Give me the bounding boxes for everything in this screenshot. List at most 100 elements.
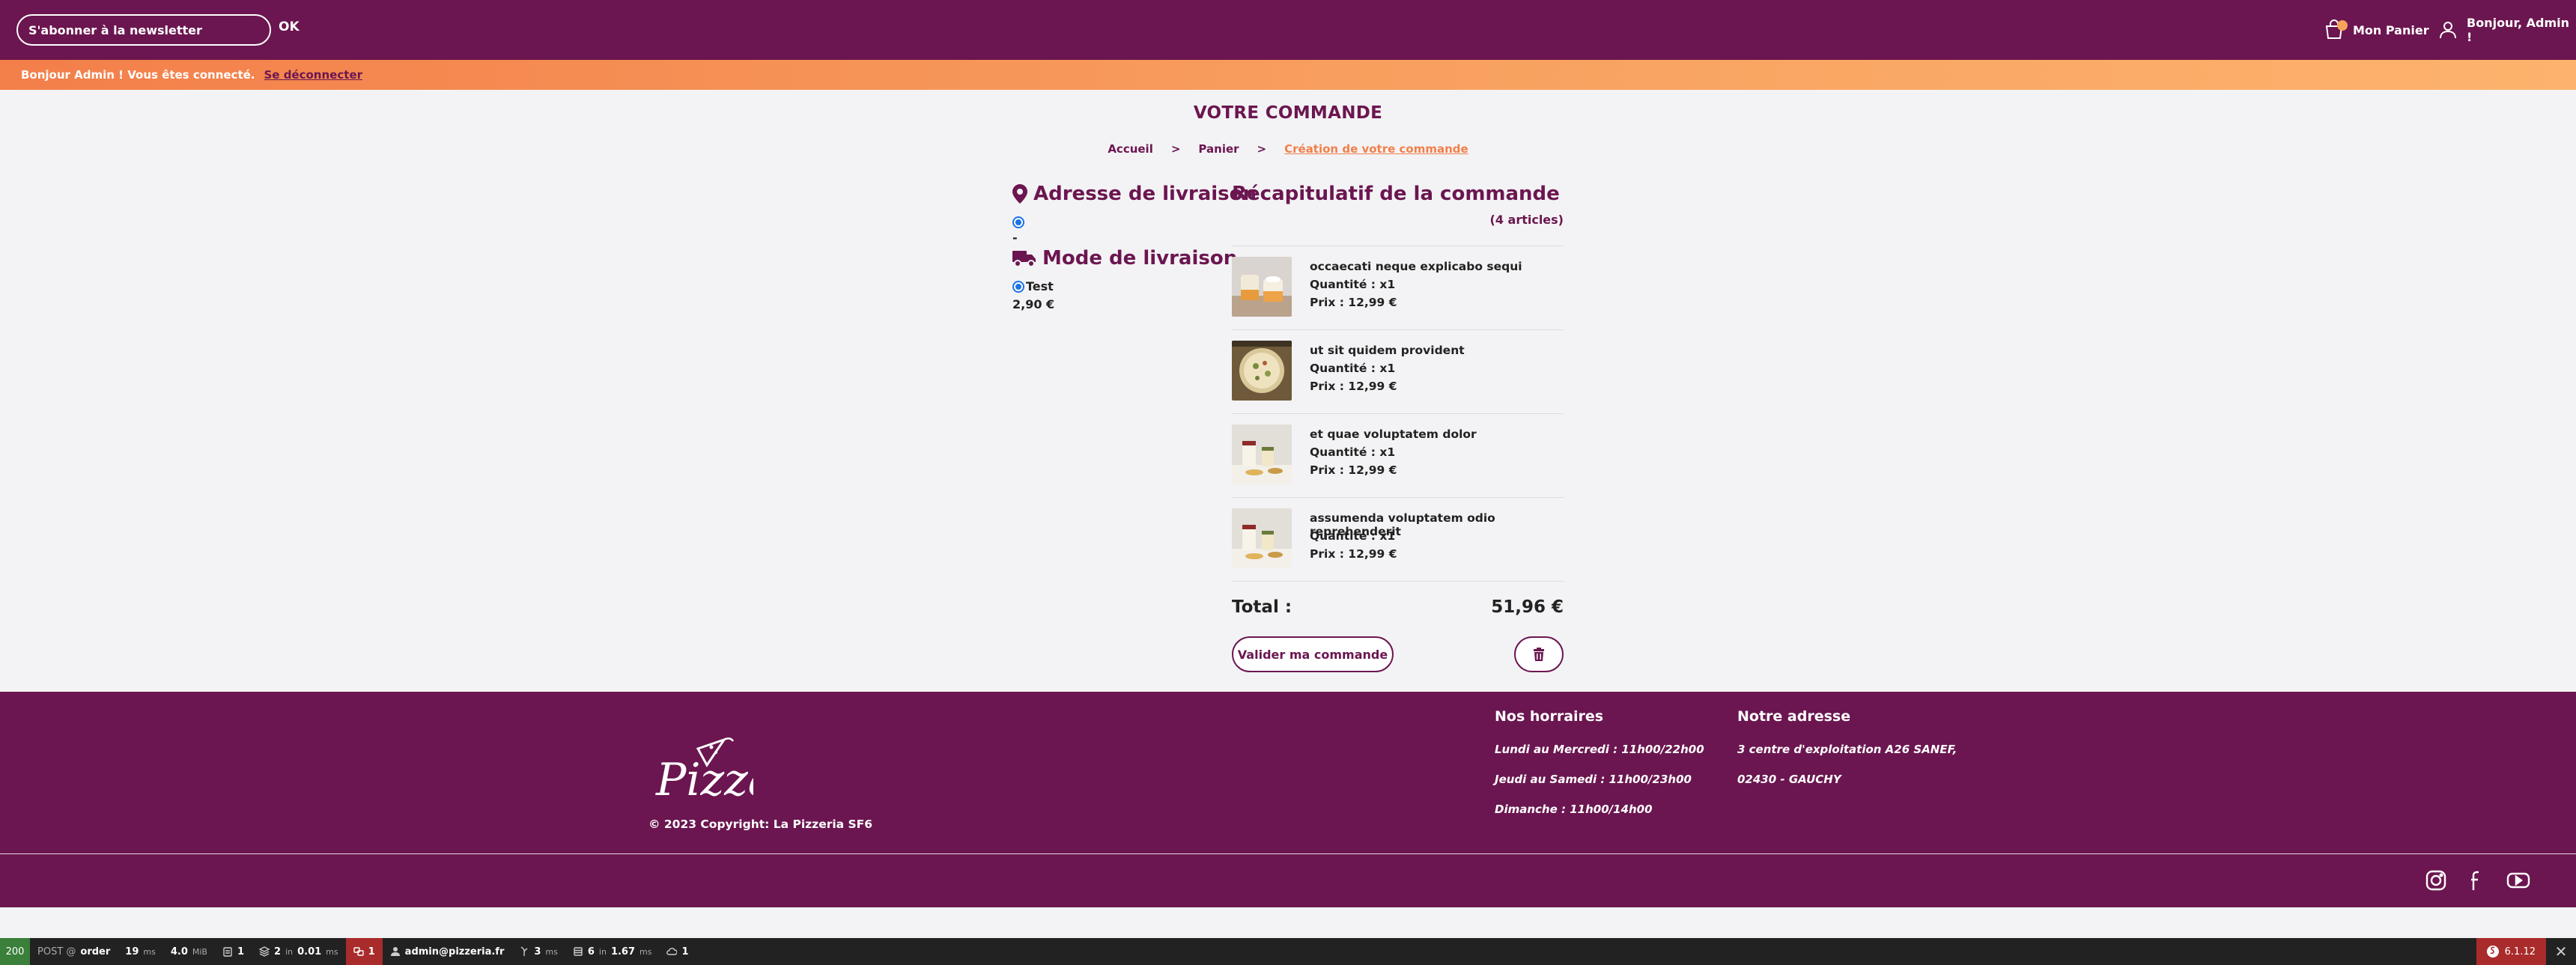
footer-address-title: Notre adresse xyxy=(1737,708,1851,725)
order-item: et quae voluptatem dolor Quantité : x1 P… xyxy=(1232,413,1564,497)
pizza-logo: Pizza xyxy=(653,726,775,806)
security-panel[interactable]: admin@pizzeria.fr xyxy=(383,938,512,965)
translation-count: 1 xyxy=(368,946,375,958)
memory-value: 4.0 xyxy=(170,946,188,958)
newsletter-ok-button[interactable]: OK xyxy=(279,19,300,34)
product-name: occaecati neque explicabo sequi xyxy=(1310,260,1522,273)
layers-icon xyxy=(258,946,270,957)
product-image xyxy=(1232,424,1292,484)
cart-link[interactable]: Mon Panier xyxy=(2323,15,2429,45)
product-quantity: Quantité : x1 xyxy=(1310,445,1396,459)
article-count: (4 articles) xyxy=(1489,213,1564,227)
product-image xyxy=(1232,341,1292,401)
cloud-icon xyxy=(666,946,678,957)
request-time: 19 xyxy=(125,946,139,958)
memory-panel[interactable]: 4.0 MiB xyxy=(163,938,215,965)
address-value: - xyxy=(1012,231,1018,245)
product-price: Prix : 12,99 € xyxy=(1310,463,1397,477)
user-menu[interactable]: Bonjour, Admin ! xyxy=(2438,15,2576,45)
user-greeting: Bonjour, Admin ! xyxy=(2467,16,2570,44)
flash-text: Bonjour Admin ! Vous êtes connecté. xyxy=(21,68,255,82)
footer-address-line: 02430 - GAUCHY xyxy=(1737,773,1841,786)
cache-time: 0.01 xyxy=(297,946,322,958)
request-info[interactable]: POST @ order xyxy=(30,938,118,965)
hours-line: Dimanche : 11h00/14h00 xyxy=(1495,803,1653,816)
youtube-icon[interactable] xyxy=(2506,868,2531,893)
delivery-mode-radio[interactable] xyxy=(1012,281,1024,293)
breadcrumb-home[interactable]: Accueil xyxy=(1108,142,1153,156)
translation-panel[interactable]: 1 xyxy=(345,938,383,965)
items-divider xyxy=(1232,581,1564,582)
order-summary-title: Récapitulatif de la commande xyxy=(1232,183,1560,205)
product-quantity: Quantité : x1 xyxy=(1310,529,1396,543)
mailer-panel[interactable]: 1 xyxy=(659,938,696,965)
twig-icon xyxy=(519,946,529,957)
user-icon xyxy=(390,946,401,957)
cache-unit: ms xyxy=(326,946,338,957)
location-pin-icon xyxy=(1012,184,1033,204)
hours-title: Nos horraires xyxy=(1495,708,1604,725)
page-title: VOTRE COMMANDE xyxy=(1193,103,1383,123)
symfony-version[interactable]: 6.1.12 xyxy=(2476,938,2546,965)
delivery-mode-heading: Mode de livraison xyxy=(1012,247,1237,270)
cache-count: 2 xyxy=(274,946,282,958)
copyright: © 2023 Copyright: La Pizzeria SF6 xyxy=(648,818,873,831)
twig-panel[interactable]: 3 ms xyxy=(511,938,565,965)
delivery-address-title: Adresse de livraison xyxy=(1033,183,1257,205)
top-bar: OK Mon Panier Bonjour, Admin ! xyxy=(0,0,2576,60)
logout-link[interactable]: Se déconnecter xyxy=(264,68,362,82)
flash-message: Bonjour Admin ! Vous êtes connecté. Se d… xyxy=(0,60,2576,90)
delivery-address-heading: Adresse de livraison xyxy=(1012,183,1257,205)
product-name: et quae voluptatem dolor xyxy=(1310,427,1477,441)
db-unit: ms xyxy=(640,946,652,957)
cart-label: Mon Panier xyxy=(2353,22,2429,37)
forms-panel[interactable]: 1 xyxy=(215,938,252,965)
db-time: 1.67 xyxy=(610,946,636,958)
request-method: POST @ xyxy=(37,946,76,958)
breadcrumb-separator: > xyxy=(1170,142,1181,156)
newsletter-input[interactable] xyxy=(16,14,271,46)
product-quantity: Quantité : x1 xyxy=(1310,278,1396,291)
validate-order-button[interactable]: Valider ma commande xyxy=(1232,636,1394,672)
order-item: ut sit quidem provident Quantité : x1 Pr… xyxy=(1232,329,1564,413)
forms-count: 1 xyxy=(237,946,245,958)
total-value: 51,96 € xyxy=(1491,597,1564,617)
user-icon xyxy=(2438,20,2467,40)
database-panel[interactable]: 6 in 1.67 ms xyxy=(565,938,660,965)
symfony-icon xyxy=(2486,946,2499,958)
twig-time: 3 xyxy=(534,946,541,958)
footer-divider xyxy=(0,853,2576,854)
breadcrumb-separator: > xyxy=(1257,142,1267,156)
order-item: occaecati neque explicabo sequi Quantité… xyxy=(1232,246,1564,329)
request-time-unit: ms xyxy=(143,946,156,957)
twig-unit: ms xyxy=(545,946,558,957)
empty-cart-button[interactable] xyxy=(1514,636,1564,672)
address-radio[interactable] xyxy=(1012,216,1024,228)
translation-icon xyxy=(353,946,364,957)
facebook-icon[interactable] xyxy=(2464,868,2489,893)
cache-panel[interactable]: 2 in 0.01 ms xyxy=(252,938,346,965)
product-price: Prix : 12,99 € xyxy=(1310,547,1397,561)
breadcrumb-cart[interactable]: Panier xyxy=(1198,142,1239,156)
request-route: order xyxy=(80,946,111,958)
debug-toolbar-right: 6.1.12 ✕ xyxy=(2476,938,2576,965)
mailer-count: 1 xyxy=(681,946,689,958)
clipboard-icon xyxy=(222,946,233,957)
hours-line: Jeudi au Samedi : 11h00/23h00 xyxy=(1495,773,1692,786)
hours-line: Lundi au Mercredi : 11h00/22h00 xyxy=(1495,743,1704,756)
delivery-mode-price: 2,90 € xyxy=(1012,297,1055,311)
truck-icon xyxy=(1012,249,1042,268)
breadcrumb: Accueil > Panier > Création de votre com… xyxy=(0,142,2576,156)
cart-icon xyxy=(2323,19,2353,41)
delivery-mode-label: Test xyxy=(1026,279,1054,293)
product-price: Prix : 12,99 € xyxy=(1310,296,1397,309)
cache-in: in xyxy=(285,946,294,957)
product-image xyxy=(1232,257,1292,317)
close-icon[interactable]: ✕ xyxy=(2546,938,2576,965)
instagram-icon[interactable] xyxy=(2423,868,2449,893)
memory-unit: MiB xyxy=(192,946,207,957)
time-panel[interactable]: 19 ms xyxy=(118,938,163,965)
product-name: ut sit quidem provident xyxy=(1310,344,1465,357)
status-code[interactable]: 200 xyxy=(0,938,30,965)
breadcrumb-current[interactable]: Création de votre commande xyxy=(1284,142,1468,156)
